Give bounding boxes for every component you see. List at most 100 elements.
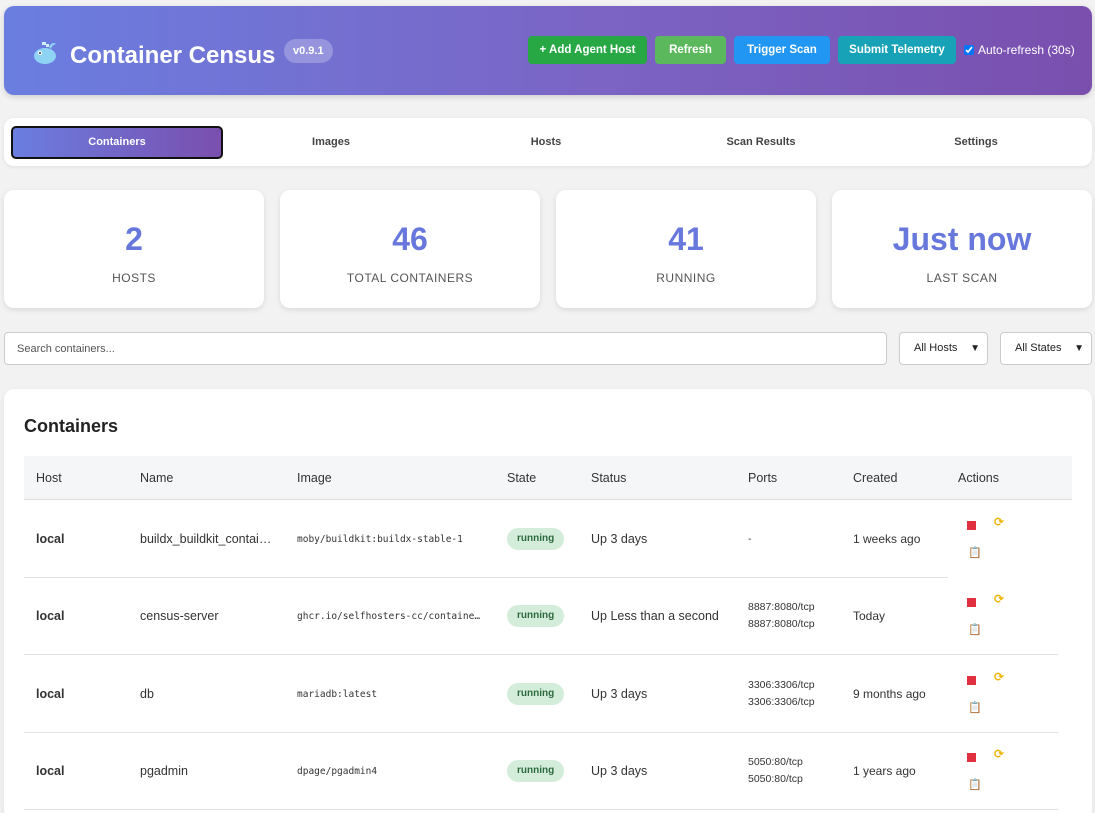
auto-refresh-checkbox[interactable] (964, 45, 974, 55)
refresh-button[interactable]: Refresh (655, 36, 726, 64)
row-divider (24, 809, 1058, 810)
column-header-name: Name (140, 471, 174, 485)
row-ports: 8887:8080/tcp 8887:8080/tcp (748, 599, 815, 633)
app-header: Container Census v0.9.1 + Add Agent Host… (4, 6, 1092, 95)
row-name: buildx_buildkit_container (140, 532, 274, 546)
row-name: pgadmin (140, 764, 188, 778)
row-name: census-server (140, 609, 219, 623)
stat-label: HOSTS (112, 271, 156, 285)
tab-scan-results[interactable]: Scan Results (655, 126, 867, 159)
state-badge: running (507, 605, 565, 627)
row-host: local (36, 532, 65, 546)
stat-value: 41 (668, 221, 704, 257)
stop-icon[interactable] (967, 598, 976, 607)
row-created: 1 weeks ago (853, 532, 921, 546)
column-header-image: Image (297, 471, 332, 485)
states-filter-select[interactable]: All States ▼ (1000, 332, 1092, 365)
tab-settings[interactable]: Settings (870, 126, 1082, 159)
stop-icon[interactable] (967, 753, 976, 762)
containers-panel: Containers Host Name Image State Status … (4, 389, 1092, 813)
stop-icon[interactable] (967, 676, 976, 685)
column-header-actions: Actions (958, 471, 999, 485)
row-ports: - (748, 531, 752, 548)
row-ports: 3306:3306/tcp 3306:3306/tcp (748, 677, 815, 711)
stat-card-last-scan: Just now LAST SCAN (832, 190, 1092, 308)
logs-icon[interactable]: 📋 (968, 778, 982, 791)
row-status: Up 3 days (591, 532, 648, 546)
chevron-down-icon: ▼ (970, 343, 980, 354)
column-header-status: Status (591, 471, 627, 485)
stat-value: 46 (392, 221, 428, 257)
row-divider (24, 654, 1058, 655)
port-mapping: 5050:80/tcp (748, 773, 803, 785)
row-status: Up 3 days (591, 764, 648, 778)
row-created: Today (853, 609, 886, 623)
search-input[interactable] (4, 332, 887, 365)
table-row: local census-server ghcr.io/selfhosters-… (24, 578, 1072, 655)
port-mapping: - (748, 533, 752, 545)
hosts-filter-select[interactable]: All Hosts ▼ (899, 332, 988, 365)
port-mapping: 5050:80/tcp (748, 756, 803, 768)
whale-icon (34, 42, 56, 64)
stat-card-hosts: 2 HOSTS (4, 190, 264, 308)
port-mapping: 8887:8080/tcp (748, 601, 815, 613)
row-image: ghcr.io/selfhosters-cc/container-census (297, 611, 482, 622)
row-ports: 5050:80/tcp 5050:80/tcp (748, 754, 803, 788)
tab-hosts[interactable]: Hosts (440, 126, 652, 159)
panel-title: Containers (24, 416, 119, 436)
row-status: Up 3 days (591, 687, 648, 701)
port-mapping: 3306:3306/tcp (748, 696, 815, 708)
stat-label: TOTAL CONTAINERS (346, 271, 474, 285)
row-host: local (36, 764, 65, 778)
column-header-state: State (507, 471, 537, 485)
chevron-down-icon: ▼ (1074, 343, 1084, 354)
state-badge: running (507, 528, 565, 550)
port-mapping: 3306:3306/tcp (748, 679, 815, 691)
stat-label: RUNNING (656, 271, 716, 285)
stat-card-total-containers: 46 TOTAL CONTAINERS (280, 190, 540, 308)
row-status: Up Less than a second (591, 609, 719, 623)
state-badge: running (507, 760, 565, 782)
logs-icon[interactable]: 📋 (968, 623, 982, 636)
auto-refresh-toggle[interactable]: Auto-refresh (30s) (964, 43, 1075, 57)
version-badge: v0.9.1 (284, 39, 333, 63)
column-header-created: Created (853, 471, 898, 485)
tab-containers[interactable]: Containers (11, 126, 223, 159)
add-agent-host-button[interactable]: + Add Agent Host (528, 36, 647, 64)
row-created: 9 months ago (853, 687, 926, 701)
column-header-ports: Ports (748, 471, 778, 485)
stop-icon[interactable] (967, 521, 976, 530)
state-badge: running (507, 683, 565, 705)
table-row: local pgadmin dpage/pgadmin4 running Up … (24, 733, 1072, 810)
stat-value: 2 (125, 221, 143, 257)
table-row: local buildx_buildkit_container moby/bui… (24, 501, 1072, 578)
row-host: local (36, 609, 65, 623)
states-filter-value: All States (1015, 342, 1062, 354)
auto-refresh-label: Auto-refresh (30s) (978, 43, 1075, 57)
stat-label: LAST SCAN (926, 271, 998, 285)
port-mapping: 8887:8080/tcp (748, 618, 815, 630)
row-created: 1 years ago (853, 764, 916, 778)
app-title: Container Census (70, 42, 276, 69)
hosts-filter-value: All Hosts (914, 342, 958, 354)
restart-icon[interactable]: ⟳ (994, 670, 1004, 684)
stat-value: Just now (892, 221, 1032, 257)
row-image: dpage/pgadmin4 (297, 766, 378, 777)
row-host: local (36, 687, 65, 701)
tab-bar: Containers Images Hosts Scan Results Set… (4, 118, 1092, 166)
column-header-host: Host (36, 471, 62, 485)
row-image: moby/buildkit:buildx-stable-1 (297, 534, 463, 545)
trigger-scan-button[interactable]: Trigger Scan (734, 36, 830, 64)
tab-images[interactable]: Images (225, 126, 437, 159)
logs-icon[interactable]: 📋 (968, 546, 982, 559)
logs-icon[interactable]: 📋 (968, 701, 982, 714)
row-name: db (140, 687, 154, 701)
stat-card-running: 41 RUNNING (556, 190, 816, 308)
restart-icon[interactable]: ⟳ (994, 592, 1004, 606)
table-header: Host Name Image State Status Ports Creat… (24, 456, 1072, 500)
restart-icon[interactable]: ⟳ (994, 747, 1004, 761)
restart-icon[interactable]: ⟳ (994, 515, 1004, 529)
table-row: local db mariadb:latest running Up 3 day… (24, 656, 1072, 733)
row-image: mariadb:latest (297, 689, 378, 700)
submit-telemetry-button[interactable]: Submit Telemetry (838, 36, 956, 64)
